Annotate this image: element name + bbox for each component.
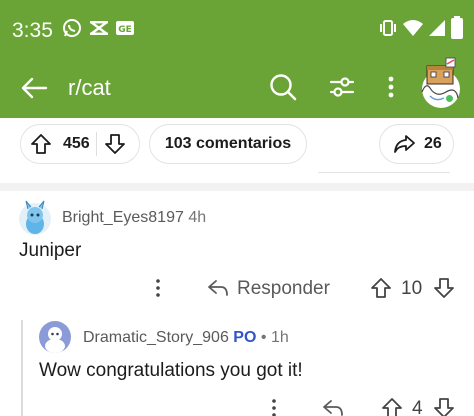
section-divider: [0, 183, 474, 191]
more-vertical-icon[interactable]: [146, 277, 170, 299]
comment-vote-count: 10: [401, 278, 423, 299]
downvote-icon[interactable]: [103, 132, 127, 156]
battery-icon: [451, 16, 463, 39]
downvote-icon[interactable]: [432, 276, 456, 300]
avatar[interactable]: [416, 52, 466, 110]
upvote-icon[interactable]: [380, 396, 404, 416]
svg-text:GE: GE: [118, 25, 132, 35]
filter-icon[interactable]: [327, 72, 357, 102]
search-icon[interactable]: [268, 72, 298, 102]
share-count: 26: [424, 135, 442, 152]
app-bar: r/cat: [0, 57, 474, 118]
comment-username[interactable]: Dramatic_Story_906: [83, 329, 229, 346]
back-arrow-icon[interactable]: [20, 74, 48, 102]
reply-icon[interactable]: [206, 277, 230, 299]
comment-age: 1h: [270, 329, 289, 346]
horizontal-scroll-indicator: [318, 172, 450, 173]
wifi-icon: [403, 20, 423, 36]
comment-avatar[interactable]: [38, 320, 72, 354]
post-action-bar: 456 103 comentarios 26: [0, 118, 474, 178]
subreddit-title[interactable]: r/cat: [68, 75, 111, 101]
share-button[interactable]: 26: [379, 124, 454, 164]
comment-body: Juniper: [19, 240, 82, 261]
upvote-icon[interactable]: [29, 132, 53, 156]
comment-age: 4h: [188, 209, 207, 226]
vote-pill: 456: [20, 124, 140, 164]
downvote-icon[interactable]: [432, 396, 456, 416]
online-status-dot: [444, 93, 455, 104]
comment-avatar[interactable]: [18, 200, 52, 236]
comments-label: 103 comentarios: [164, 135, 292, 152]
upvote-count: 456: [63, 135, 90, 152]
op-badge: PO: [233, 329, 257, 346]
comment-meta: Dramatic_Story_906 PO • 1h: [83, 329, 289, 347]
more-vertical-icon[interactable]: [262, 397, 286, 416]
status-time: 3:35: [12, 19, 53, 42]
comment-body: Wow congratulations you got it!: [39, 360, 303, 381]
reply-button[interactable]: Responder: [237, 278, 330, 300]
comment-meta: Bright_Eyes8197 4h: [62, 209, 206, 227]
vote-divider: [95, 132, 97, 156]
share-icon: [394, 135, 415, 153]
whatsapp-icon: [63, 19, 81, 37]
meta-separator: •: [260, 329, 267, 346]
comments-button[interactable]: 103 comentarios: [149, 124, 307, 164]
capcut-icon: [90, 21, 108, 35]
signal-icon: [429, 20, 445, 36]
upvote-icon[interactable]: [369, 276, 393, 300]
reply-icon[interactable]: [321, 397, 345, 416]
comment-vote-count: 4: [412, 398, 423, 416]
more-vertical-icon[interactable]: [376, 72, 406, 102]
thread-line: [21, 320, 23, 416]
status-bar: 3:35 GE: [0, 0, 474, 60]
vibrate-icon: [380, 20, 396, 36]
comment-username[interactable]: Bright_Eyes8197: [62, 209, 184, 226]
ge-badge-icon: GE: [116, 21, 134, 35]
